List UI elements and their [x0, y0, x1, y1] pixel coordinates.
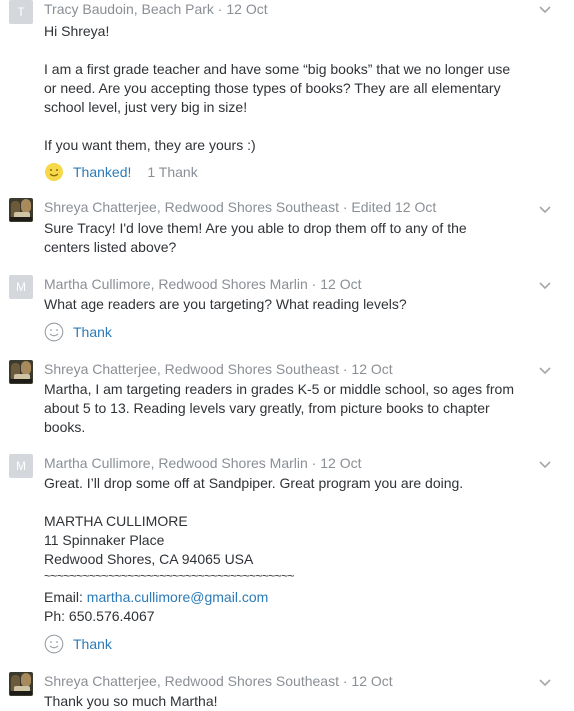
- avatar-initial: M: [16, 280, 26, 294]
- author-name[interactable]: Shreya Chatterjee, Redwood Shores Southe…: [44, 199, 339, 215]
- avatar-initial: T: [17, 5, 25, 19]
- comment-shreya-2: Shreya Chatterjee, Redwood Shores Southe…: [0, 360, 574, 440]
- comment-meta: Martha Cullimore, Redwood Shores Marlin …: [44, 276, 361, 292]
- avatar[interactable]: [9, 360, 33, 384]
- smiley-filled-icon[interactable]: [44, 162, 64, 182]
- email-line: Email: martha.cullimore@gmail.com: [44, 589, 268, 605]
- author-name[interactable]: Shreya Chatterjee, Redwood Shores Southe…: [44, 361, 339, 377]
- author-name[interactable]: Shreya Chatterjee, Redwood Shores Southe…: [44, 673, 339, 689]
- comment-text: school level, just very big in size!: [44, 99, 248, 115]
- thank-row: Thank: [44, 633, 112, 655]
- comment-shreya-1: Shreya Chatterjee, Redwood Shores Southe…: [0, 198, 574, 258]
- signature-address: 11 Spinnaker Place: [44, 532, 165, 548]
- comment-meta: Shreya Chatterjee, Redwood Shores Southe…: [44, 673, 393, 689]
- comment-meta: Martha Cullimore, Redwood Shores Marlin …: [44, 455, 361, 471]
- thank-row: Thank: [44, 321, 112, 343]
- comment-date[interactable]: 12 Oct: [320, 276, 361, 292]
- comment-date[interactable]: Edited 12 Oct: [351, 199, 436, 215]
- comment-date[interactable]: 12 Oct: [351, 361, 392, 377]
- meta-separator: ·: [307, 455, 321, 471]
- comment-text: Thank you so much Martha!: [44, 693, 218, 709]
- signature-name: MARTHA CULLIMORE: [44, 513, 188, 529]
- comment-text: Sure Tracy! I'd love them! Are you able …: [44, 220, 467, 236]
- comment-meta: Shreya Chatterjee, Redwood Shores Southe…: [44, 199, 436, 215]
- comment-martha-2: M Martha Cullimore, Redwood Shores Marli…: [0, 454, 574, 659]
- comment-text: Hi Shreya!: [44, 23, 110, 39]
- meta-separator: ·: [213, 1, 227, 17]
- comment-text: Martha, I am targeting readers in grades…: [44, 381, 514, 397]
- meta-separator: ·: [338, 199, 352, 215]
- meta-separator: ·: [338, 673, 352, 689]
- signature-divider: ~~~~~~~~~~~~~~~~~~~~~~~~~~~~~~~~~~~~~~~: [44, 569, 295, 583]
- avatar[interactable]: [9, 198, 33, 222]
- comment-martha-1: M Martha Cullimore, Redwood Shores Marli…: [0, 275, 574, 345]
- author-name[interactable]: Tracy Baudoin, Beach Park: [44, 1, 214, 17]
- chevron-down-icon[interactable]: [538, 460, 552, 470]
- comment-text: Great. I’ll drop some off at Sandpiper. …: [44, 475, 464, 491]
- email-label: Email:: [44, 589, 83, 605]
- chevron-down-icon[interactable]: [538, 281, 552, 291]
- thank-row: Thanked! 1 Thank: [44, 161, 198, 183]
- comment-thread: T Tracy Baudoin, Beach Park · 12 Oct Hi …: [0, 0, 574, 711]
- avatar[interactable]: T: [9, 0, 33, 24]
- chevron-down-icon[interactable]: [538, 5, 552, 15]
- comment-date[interactable]: 12 Oct: [320, 455, 361, 471]
- comment-text: What age readers are you targeting? What…: [44, 296, 407, 312]
- phone-line: Ph: 650.576.4067: [44, 608, 155, 624]
- smiley-outline-icon[interactable]: [44, 634, 64, 654]
- comment-date[interactable]: 12 Oct: [351, 673, 392, 689]
- avatar[interactable]: M: [9, 454, 33, 478]
- meta-separator: ·: [307, 276, 321, 292]
- avatar-initial: M: [16, 459, 26, 473]
- comment-text: I am a first grade teacher and have some…: [44, 61, 511, 77]
- comment-text: about 5 to 13. Reading levels vary great…: [44, 400, 490, 416]
- comment-meta: Tracy Baudoin, Beach Park · 12 Oct: [44, 1, 268, 17]
- comment-text: centers listed above?: [44, 239, 177, 255]
- thank-count[interactable]: 1 Thank: [147, 164, 197, 180]
- chevron-down-icon[interactable]: [538, 678, 552, 688]
- email-link[interactable]: martha.cullimore@gmail.com: [87, 589, 268, 605]
- comment-text: or need. Are you accepting those types o…: [44, 80, 501, 96]
- avatar[interactable]: [9, 672, 33, 696]
- author-name[interactable]: Martha Cullimore, Redwood Shores Marlin: [44, 455, 308, 471]
- comment-tracy: T Tracy Baudoin, Beach Park · 12 Oct Hi …: [0, 0, 574, 190]
- comment-date[interactable]: 12 Oct: [226, 1, 267, 17]
- thanked-button[interactable]: Thanked!: [73, 164, 131, 180]
- comment-meta: Shreya Chatterjee, Redwood Shores Southe…: [44, 361, 393, 377]
- avatar[interactable]: M: [9, 275, 33, 299]
- chevron-down-icon[interactable]: [538, 366, 552, 376]
- signature-city: Redwood Shores, CA 94065 USA: [44, 551, 254, 567]
- author-name[interactable]: Martha Cullimore, Redwood Shores Marlin: [44, 276, 308, 292]
- comment-text: If you want them, they are yours :): [44, 137, 256, 153]
- chevron-down-icon[interactable]: [538, 205, 552, 215]
- comment-text: books.: [44, 419, 86, 435]
- smiley-outline-icon[interactable]: [44, 322, 64, 342]
- thank-button[interactable]: Thank: [73, 636, 112, 652]
- comment-shreya-3: Shreya Chatterjee, Redwood Shores Southe…: [0, 672, 574, 711]
- meta-separator: ·: [338, 361, 352, 377]
- thank-button[interactable]: Thank: [73, 324, 112, 340]
